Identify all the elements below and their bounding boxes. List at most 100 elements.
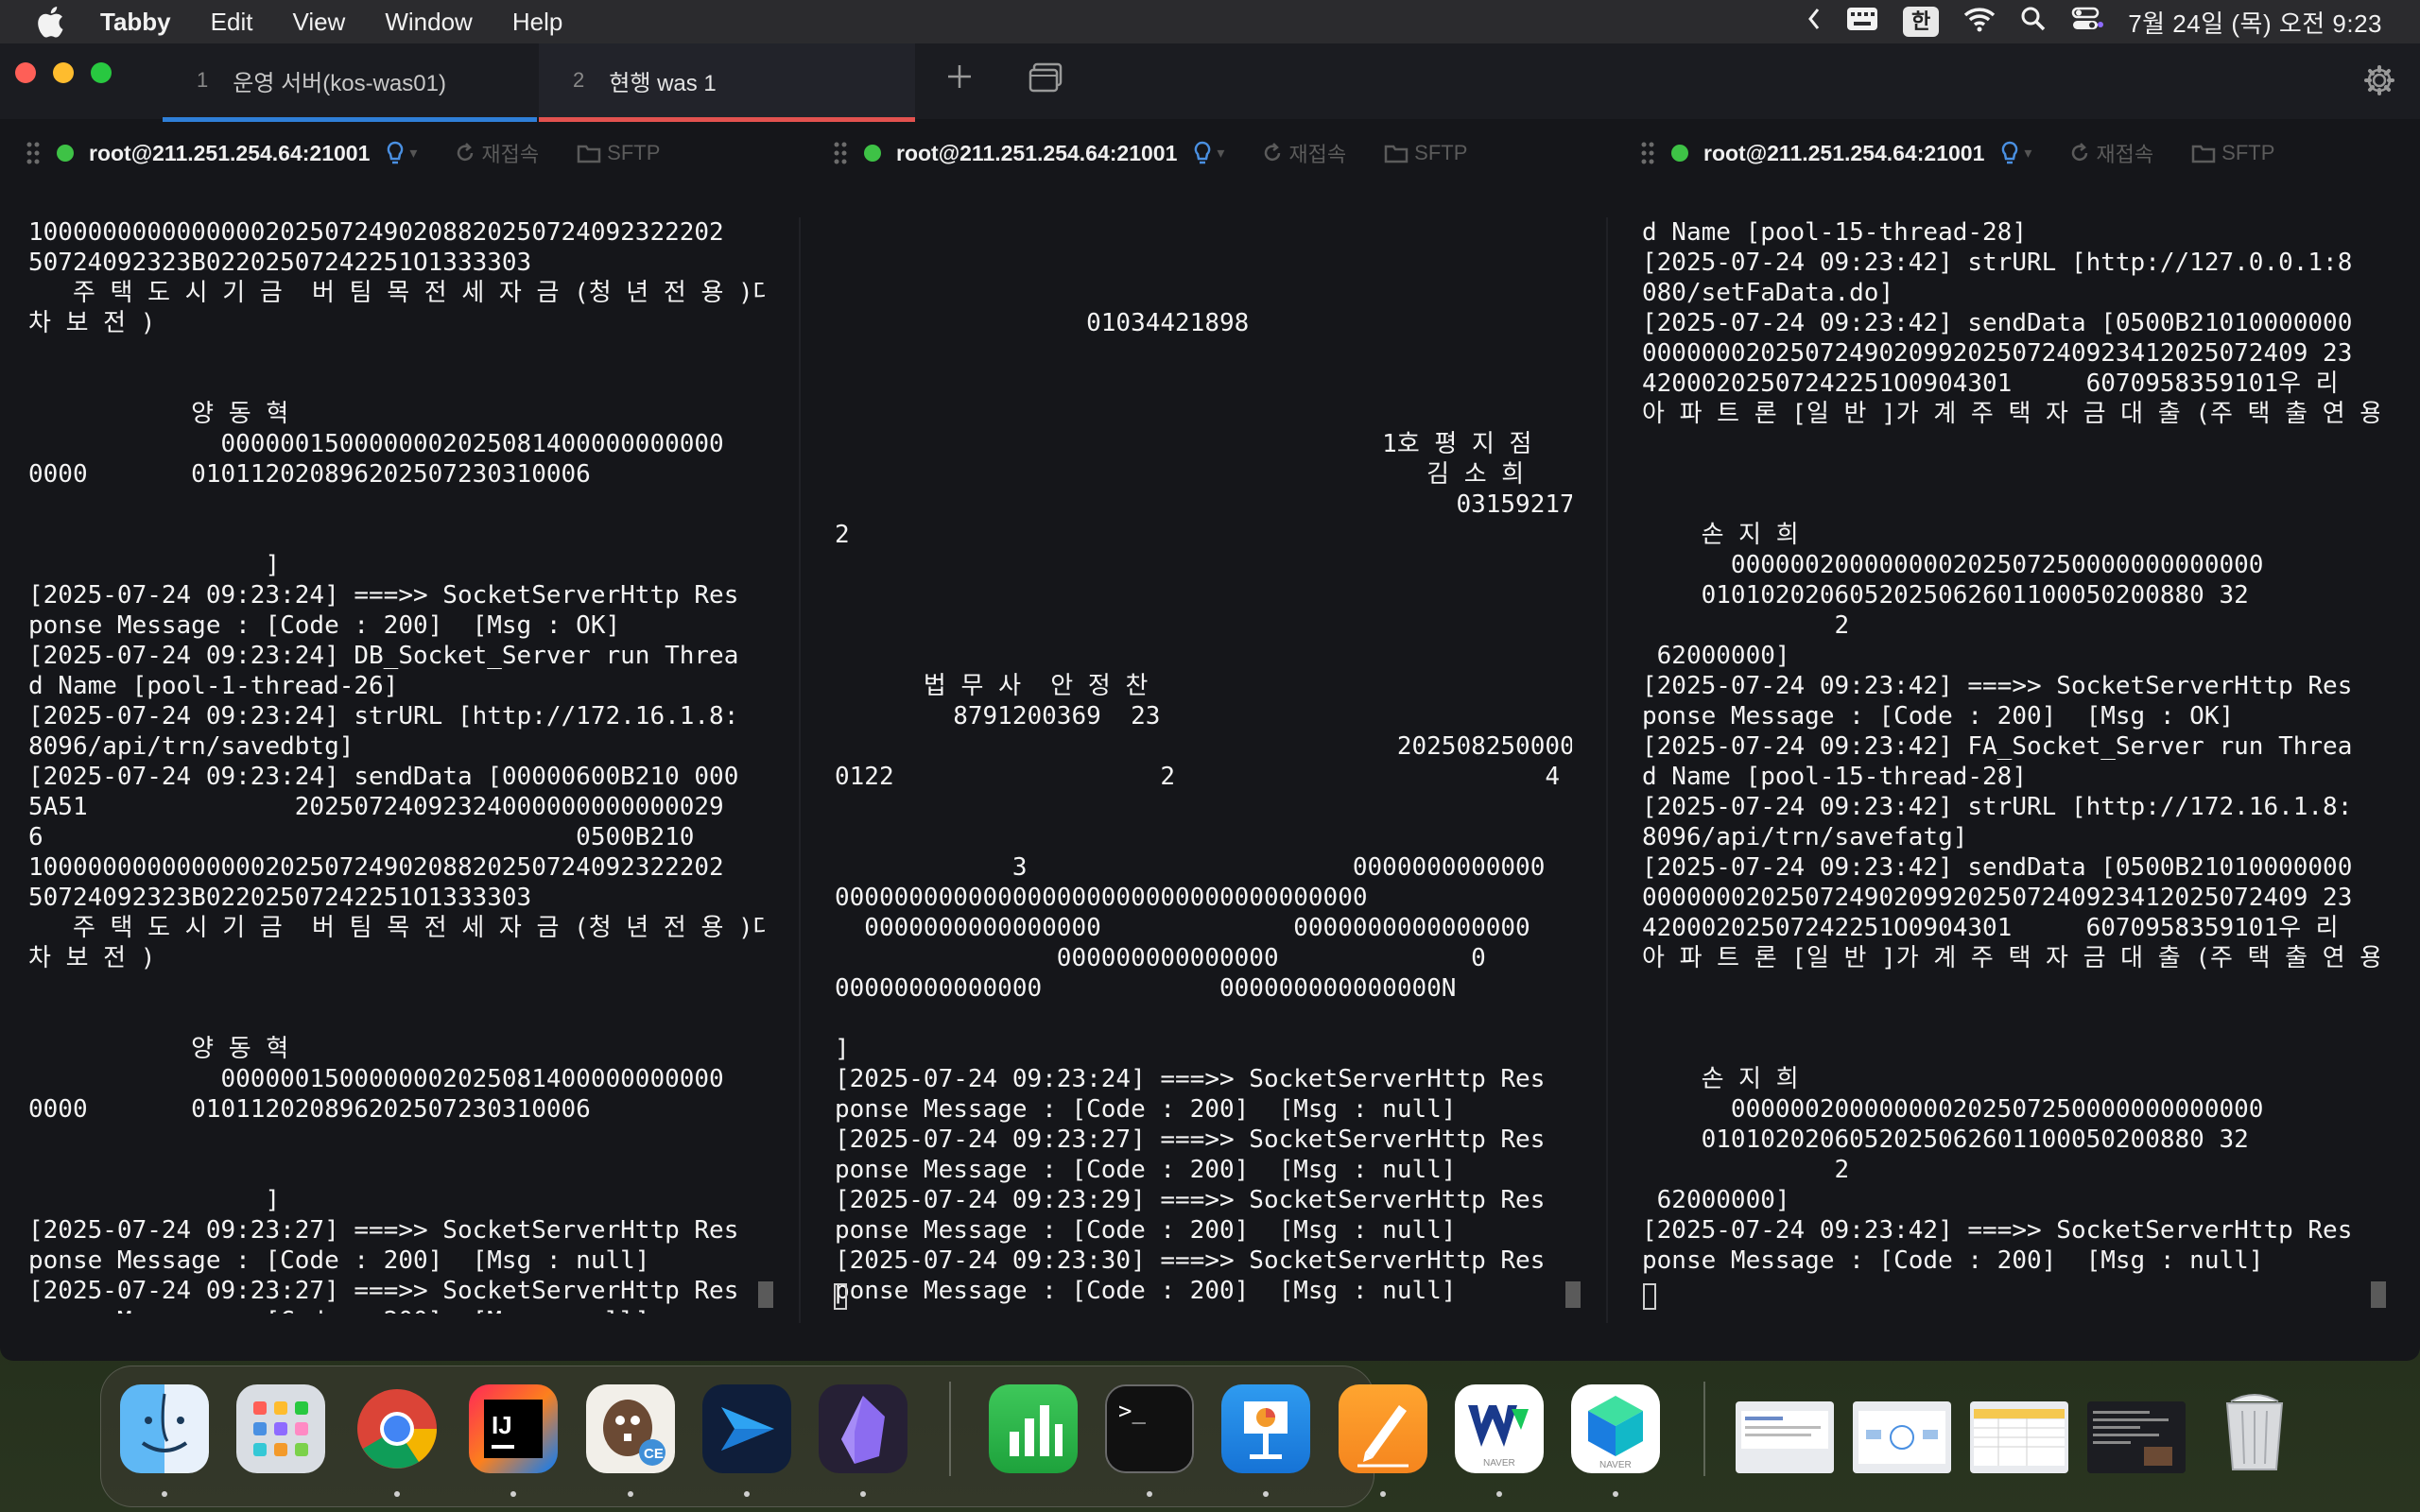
menu-window[interactable]: Window — [385, 8, 472, 37]
menu-view[interactable]: View — [292, 8, 345, 37]
reconnect-button[interactable]: 재접속 — [2069, 138, 2153, 168]
menu-bar: Tabby Edit View Window Help 한 7월 24일 (목)… — [0, 0, 2420, 43]
finder-icon[interactable] — [120, 1384, 209, 1473]
pane-divider[interactable] — [1606, 217, 1608, 1323]
running-indicator — [1147, 1491, 1152, 1497]
whale-caption: NAVER — [1483, 1458, 1515, 1469]
chevron-down-icon[interactable]: ▾ — [1217, 144, 1224, 163]
tab-label: 운영 서버(kos-was01) — [233, 70, 446, 96]
menu-help[interactable]: Help — [512, 8, 562, 37]
running-indicator — [394, 1491, 400, 1497]
terminal-cursor — [1643, 1283, 1656, 1310]
keynote-icon[interactable] — [1221, 1384, 1310, 1473]
menu-app-name[interactable]: Tabby — [100, 8, 171, 37]
sftp-label: SFTP — [1414, 141, 1468, 164]
chrome-icon[interactable] — [353, 1384, 441, 1473]
lightbulb-icon[interactable]: ▾ — [2001, 141, 2031, 165]
terminal-output-pane-3[interactable]: d Name [pool-15-thread-28] [2025-07-24 0… — [1642, 217, 2379, 1314]
input-method-badge[interactable]: 한 — [1902, 7, 1940, 37]
numbers-icon[interactable] — [989, 1384, 1078, 1473]
connection-status-dot — [57, 145, 74, 162]
close-window-button[interactable] — [15, 62, 36, 83]
obsidian-icon[interactable] — [819, 1384, 908, 1473]
running-indicator — [162, 1491, 167, 1497]
connection-status-dot — [1671, 145, 1688, 162]
launchpad-icon[interactable] — [236, 1384, 325, 1473]
new-tab-plus-icon[interactable] — [945, 62, 974, 95]
drag-handle-icon[interactable] — [834, 141, 847, 165]
tab-label: 현행 was 1 — [609, 70, 717, 96]
pages-icon[interactable] — [1339, 1384, 1427, 1473]
terminal-cursor — [834, 1283, 847, 1310]
minimized-window-keynote[interactable] — [1736, 1401, 1834, 1473]
lightbulb-icon[interactable]: ▾ — [387, 141, 417, 165]
reconnect-label: 재접속 — [1288, 143, 1347, 166]
pane-host: root@211.251.254.64:21001 — [89, 140, 371, 165]
running-indicator — [1263, 1491, 1269, 1497]
reconnect-button[interactable]: 재접속 — [455, 138, 539, 168]
reconnect-label: 재접속 — [2096, 143, 2154, 166]
running-indicator — [744, 1491, 750, 1497]
sftp-label: SFTP — [607, 141, 661, 164]
running-indicator — [1613, 1491, 1618, 1497]
scrollbar-thumb[interactable] — [758, 1281, 773, 1308]
zoom-window-button[interactable] — [91, 62, 112, 83]
scrollbar-thumb[interactable] — [1565, 1281, 1581, 1308]
svg-text:>_: >_ — [1118, 1398, 1146, 1424]
terminal-output-pane-2[interactable]: 01034421898 1호 평 지 점 김 소 희 031592176 2 법… — [835, 217, 1572, 1314]
pane-divider[interactable] — [799, 217, 801, 1323]
minimized-window-keynote-2[interactable] — [1853, 1401, 1951, 1473]
azure-data-studio-icon[interactable] — [702, 1384, 791, 1473]
chevron-down-icon[interactable]: ▾ — [409, 144, 417, 163]
keyboard-icon[interactable] — [1846, 7, 1878, 38]
reconnect-label: 재접속 — [481, 143, 540, 166]
naver-whale-icon[interactable]: NAVER — [1455, 1384, 1544, 1473]
running-indicator — [1380, 1491, 1386, 1497]
trash-icon[interactable] — [2210, 1384, 2299, 1473]
pane-2-header: root@211.251.254.64:21001 ▾ 재접속 SFTP — [834, 134, 1467, 172]
menu-edit[interactable]: Edit — [211, 8, 253, 37]
dock-separator — [1703, 1382, 1705, 1476]
drag-handle-icon[interactable] — [1641, 141, 1654, 165]
connection-status-dot — [864, 145, 881, 162]
lightbulb-icon[interactable]: ▾ — [1194, 141, 1224, 165]
terminal-output-pane-1[interactable]: 1000000000000000202507249020882025072409… — [28, 217, 766, 1314]
drag-handle-icon[interactable] — [26, 141, 40, 165]
profiles-window-icon[interactable] — [1028, 62, 1063, 97]
control-center-icon[interactable] — [2071, 6, 2104, 39]
tab-number: 1 — [197, 68, 209, 92]
intellij-icon[interactable]: IJ — [469, 1384, 558, 1473]
apple-icon[interactable] — [36, 6, 68, 38]
sftp-button[interactable]: SFTP — [577, 141, 660, 165]
dock-separator — [949, 1382, 951, 1476]
svg-text:IJ: IJ — [492, 1411, 512, 1439]
minimized-window-terminal[interactable] — [2087, 1401, 2186, 1473]
minimized-window-numbers[interactable] — [1970, 1401, 2068, 1473]
terminal-icon[interactable]: >_ — [1105, 1384, 1194, 1473]
window-titlebar: 1 운영 서버(kos-was01) 2 현행 was 1 — [0, 43, 2420, 122]
scrollbar-thumb[interactable] — [2371, 1281, 2386, 1308]
dbeaver-icon[interactable]: CE — [586, 1384, 675, 1473]
pane-1-header: root@211.251.254.64:21001 ▾ 재접속 SFTP — [26, 134, 660, 172]
chevron-left-icon[interactable] — [1806, 7, 1822, 38]
pane-host: root@211.251.254.64:21001 — [896, 140, 1178, 165]
settings-gear-icon[interactable] — [2363, 64, 2395, 101]
wifi-icon[interactable] — [1963, 6, 1996, 39]
running-indicator — [1496, 1491, 1502, 1497]
naver-works-icon[interactable]: NAVER — [1571, 1384, 1660, 1473]
sftp-label: SFTP — [2221, 141, 2275, 164]
tab-number: 2 — [573, 68, 585, 92]
sftp-button[interactable]: SFTP — [2191, 141, 2274, 165]
tabby-window: 1 운영 서버(kos-was01) 2 현행 was 1 root@211.2… — [0, 43, 2420, 1361]
chevron-down-icon[interactable]: ▾ — [2024, 144, 2031, 163]
menubar-clock[interactable]: 7월 24일 (목) 오전 9:23 — [2128, 5, 2382, 40]
running-indicator — [510, 1491, 516, 1497]
minimize-window-button[interactable] — [53, 62, 74, 83]
tab-was-1[interactable]: 2 현행 was 1 — [539, 43, 915, 122]
reconnect-button[interactable]: 재접속 — [1262, 138, 1346, 168]
sftp-button[interactable]: SFTP — [1384, 141, 1467, 165]
running-indicator — [628, 1491, 633, 1497]
tab-kos-was01[interactable]: 1 운영 서버(kos-was01) — [163, 43, 537, 122]
pane-3-header: root@211.251.254.64:21001 ▾ 재접속 SFTP — [1641, 134, 2274, 172]
spotlight-search-icon[interactable] — [2020, 6, 2047, 39]
